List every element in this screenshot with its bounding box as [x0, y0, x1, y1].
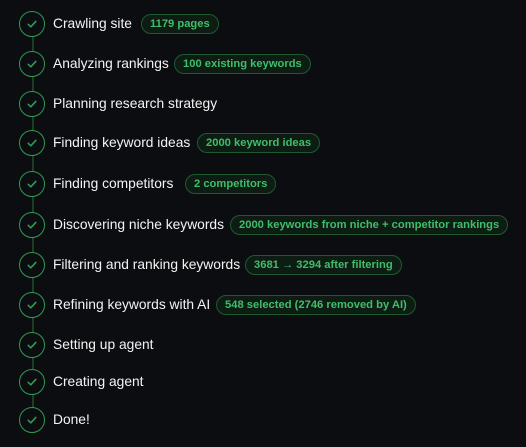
- check-icon: [19, 252, 45, 278]
- check-icon: [19, 292, 45, 318]
- check-icon: [19, 91, 45, 117]
- check-icon: [19, 332, 45, 358]
- step-label: Filtering and ranking keywords: [53, 257, 241, 272]
- step-badge: 2000 keywords from niche + competitor ra…: [230, 215, 509, 235]
- step-label: Planning research strategy: [53, 96, 218, 111]
- step-label: Crawling site: [53, 16, 132, 31]
- step-badge: 100 existing keywords: [174, 54, 311, 74]
- check-icon: [19, 51, 45, 77]
- step-badge: 3681 → 3294 after filtering: [245, 255, 402, 275]
- check-icon: [19, 212, 45, 238]
- step-label: Setting up agent: [53, 337, 154, 352]
- step-badge: 2 competitors: [185, 174, 277, 194]
- check-icon: [19, 11, 45, 37]
- check-icon: [19, 369, 45, 395]
- step-badge: 2000 keyword ideas: [197, 133, 321, 153]
- step-label: Creating agent: [53, 374, 144, 389]
- step-label: Analyzing rankings: [53, 56, 169, 71]
- step-label: Discovering niche keywords: [53, 217, 224, 232]
- step-badge: 1179 pages: [141, 14, 219, 34]
- check-icon: [19, 407, 45, 433]
- step-label: Finding competitors: [53, 176, 174, 191]
- step-label: Finding keyword ideas: [53, 135, 191, 150]
- check-icon: [19, 130, 45, 156]
- step-badge: 548 selected (2746 removed by AI): [216, 295, 416, 315]
- check-icon: [19, 171, 45, 197]
- step-label: Refining keywords with AI: [53, 297, 211, 312]
- progress-timeline: Crawling site 1179 pages Analyzing ranki…: [0, 0, 526, 447]
- step-label: Done!: [53, 412, 90, 427]
